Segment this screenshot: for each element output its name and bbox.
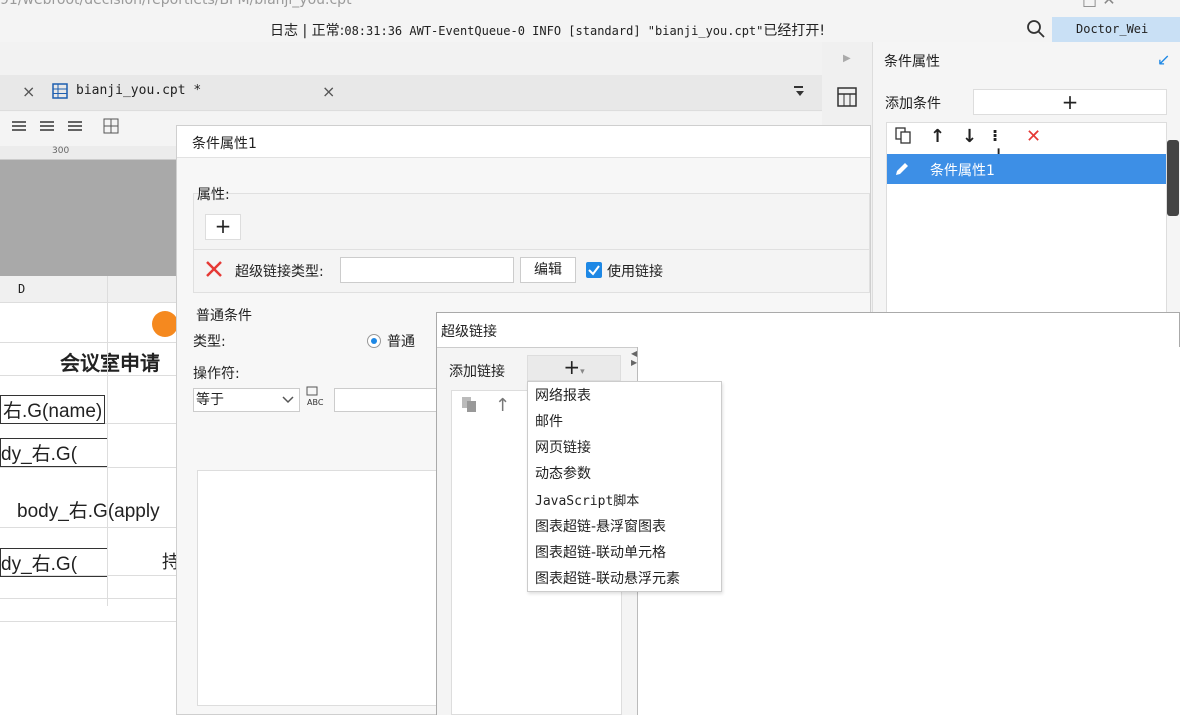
scrollbar[interactable] [1167, 140, 1179, 216]
table-row[interactable]: 右.G(name) [0, 376, 176, 424]
cell-title[interactable]: 会议室申请 [60, 347, 160, 376]
menu-item-dynamic-param[interactable]: 动态参数 [535, 463, 591, 483]
tab-title[interactable]: bianji_you.cpt * [76, 83, 201, 98]
operator-value-input[interactable] [334, 388, 444, 412]
edit-pencil-icon [893, 160, 911, 178]
column-divider [107, 276, 108, 606]
delete-icon[interactable]: ✕ [1026, 126, 1041, 147]
column-header-d[interactable]: D [18, 282, 25, 296]
condition-list-item[interactable] [887, 154, 1166, 184]
splitter-handle[interactable]: ◀ ▶ [631, 349, 637, 375]
cell-apply[interactable]: body_右.G(apply [17, 496, 160, 523]
table-row[interactable]: dy_右.G( [0, 424, 176, 468]
add-condition-button[interactable]: + [973, 89, 1167, 115]
menu-item-chart-float[interactable]: 图表超链-悬浮窗图表 [535, 516, 666, 536]
log-suffix: 已经打开! [763, 23, 825, 39]
column-header-row: D [0, 276, 176, 303]
hyperlink-dialog-title: 超级链接 [441, 324, 497, 340]
align-tools-icon[interactable] [0, 112, 180, 146]
cell-attribute-icon[interactable] [836, 86, 858, 108]
add-condition-label: 添加条件 [885, 96, 941, 112]
arrow-up-icon[interactable]: ↑ [930, 126, 945, 147]
spreadsheet[interactable]: D 会议室申请 右.G(name) dy_右.G( body_右.G(apply… [0, 276, 180, 715]
svg-text:ABC: ABC [307, 398, 324, 407]
normal-condition-heading: 普通条件 [196, 308, 252, 324]
type-label: 类型: [193, 334, 226, 350]
user-name[interactable]: Doctor_Wei [1052, 17, 1180, 42]
search-icon[interactable] [1026, 19, 1046, 39]
radio-normal[interactable] [367, 334, 381, 348]
file-path: 91/webroot/decision/reportlets/BPM/bianj… [0, 0, 352, 8]
panel-title: 条件属性 [884, 54, 940, 70]
arrow-down-icon[interactable]: ↓ [962, 126, 977, 147]
use-link-checkbox[interactable] [586, 262, 602, 278]
chevron-down-icon[interactable] [280, 393, 296, 407]
orange-marker [152, 311, 178, 337]
ruler: 300 [0, 146, 176, 160]
arrow-up-icon[interactable]: ↑ [495, 395, 510, 416]
add-attribute-button[interactable]: + [205, 214, 241, 240]
add-link-plus: + [563, 355, 581, 379]
condition-dialog-title: 条件属性1 [192, 136, 257, 152]
menu-item-chart-float-element[interactable]: 图表超链-联动悬浮元素 [535, 568, 680, 588]
cell-dy-1[interactable]: dy_右.G( [0, 438, 109, 467]
use-link-label: 使用链接 [607, 264, 663, 280]
pin-icon[interactable]: ↙ [1157, 50, 1170, 69]
tab-close-button-2[interactable]: × [322, 82, 335, 101]
attribute-label: 属性: [197, 187, 230, 203]
abc-type-icon[interactable]: ABC [305, 386, 327, 408]
radio-normal-label: 普通 [387, 334, 415, 350]
cell-dy-2[interactable]: dy_右.G( [0, 548, 109, 577]
log-text: 08:31:36 AWT-EventQueue-0 INFO [standard… [344, 24, 764, 38]
chevron-down-icon: ▾ [580, 367, 585, 377]
copy-icon[interactable] [461, 396, 479, 414]
operator-label: 操作符: [193, 366, 240, 382]
ruler-mark: 300 [52, 146, 70, 156]
cell-name[interactable]: 右.G(name) [0, 395, 106, 424]
hyperlink-type-input[interactable] [340, 257, 514, 283]
menu-item-chart-cell[interactable]: 图表超链-联动单元格 [535, 542, 666, 562]
tab-menu-icon[interactable] [793, 84, 807, 98]
condition-item-label: 条件属性1 [930, 163, 995, 179]
canvas-gray-area [0, 160, 176, 276]
table-row[interactable]: dy_右.G( 持 [0, 528, 180, 577]
table-row[interactable] [0, 303, 178, 343]
copy-icon[interactable] [894, 126, 912, 149]
menu-item-web-link[interactable]: 网页链接 [535, 437, 591, 457]
condition-list-area[interactable] [197, 470, 447, 706]
menu-item-web-report[interactable]: 网络报表 [535, 385, 591, 405]
edit-button[interactable]: 编辑 [520, 257, 576, 283]
menu-item-javascript[interactable]: JavaScript脚本 [535, 490, 639, 509]
window-controls[interactable]: □ ✕ [1082, 0, 1116, 9]
log-message: 日志 | 正常:08:31:36 AWT-EventQueue-0 INFO [… [270, 20, 825, 40]
document-grid-icon [52, 83, 68, 99]
log-prefix: 日志 | 正常: [270, 23, 345, 39]
delete-icon[interactable] [204, 259, 224, 279]
tab-close-button[interactable]: × [22, 82, 35, 101]
table-row[interactable]: 会议室申请 [0, 343, 176, 376]
table-row[interactable]: body_右.G(apply [0, 468, 176, 528]
table-row[interactable] [0, 599, 176, 622]
menu-item-email[interactable]: 邮件 [535, 411, 563, 431]
table-row[interactable] [0, 576, 176, 599]
add-link-label: 添加链接 [449, 364, 505, 380]
condition-dialog-titlebar [177, 126, 870, 158]
hyperlink-type-label: 超级链接类型: [235, 264, 324, 280]
collapse-arrow-icon[interactable]: ▶ [843, 53, 851, 64]
add-link-button[interactable]: +▾ [527, 355, 621, 381]
